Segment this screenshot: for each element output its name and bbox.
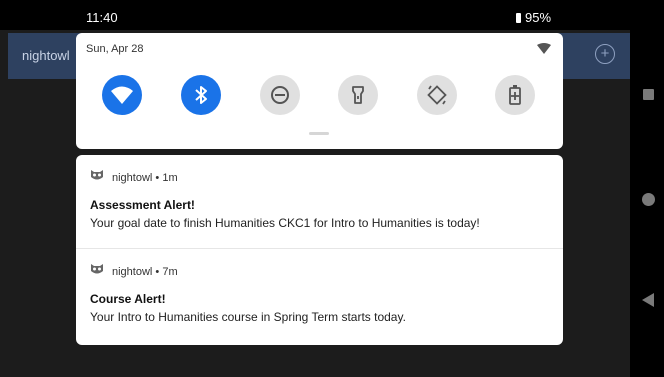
notification-app: nightowl [112,266,153,278]
flashlight-tile[interactable] [338,75,378,115]
auto-rotate-tile[interactable] [417,75,457,115]
drag-handle[interactable] [309,132,329,135]
owl-icon [91,170,103,180]
wifi-tile[interactable] [102,75,142,115]
auto-rotate-icon [427,85,447,105]
notification-header: nightowl • 1m [112,172,178,184]
back-button[interactable] [642,293,654,307]
notification-time: 7m [162,266,178,278]
do-not-disturb-icon [271,86,289,104]
notification-title: Assessment Alert! [90,198,195,212]
wifi-icon [111,86,133,104]
notification-app: nightowl [112,172,153,184]
screen: nightowl + 11:40 95% Sun, Apr 28 nightow… [0,0,630,377]
notification-card[interactable]: nightowl • 7m Course Alert! Your Intro t… [76,249,563,345]
flashlight-icon [352,86,364,104]
bluetooth-icon [195,86,207,104]
notification-text: Your goal date to finish Humanities CKC1… [90,216,480,230]
do-not-disturb-tile[interactable] [260,75,300,115]
home-button[interactable] [642,193,655,206]
notification-time: 1m [162,172,178,184]
notification-title: Course Alert! [90,292,166,306]
battery-level: 95% [525,10,552,25]
bluetooth-tile[interactable] [181,75,221,115]
quick-settings-panel: Sun, Apr 28 [76,33,563,149]
navigation-bar [630,0,664,377]
wifi-signal-icon [537,43,551,54]
battery-icon [516,13,521,23]
quick-settings-date: Sun, Apr 28 [86,43,144,55]
notification-header: nightowl • 7m [112,266,178,278]
notification-card[interactable]: nightowl • 1m Assessment Alert! Your goa… [76,155,563,248]
battery-status: 95% [516,10,551,25]
notification-text: Your Intro to Humanities course in Sprin… [90,310,406,324]
app-title: nightowl [22,48,70,63]
recents-button[interactable] [643,89,654,100]
add-icon[interactable]: + [595,44,615,64]
status-time: 11:40 [86,10,118,25]
owl-icon [91,264,103,274]
battery-saver-icon [509,85,521,105]
status-bar: 11:40 95% [0,0,630,30]
battery-saver-tile[interactable] [495,75,535,115]
